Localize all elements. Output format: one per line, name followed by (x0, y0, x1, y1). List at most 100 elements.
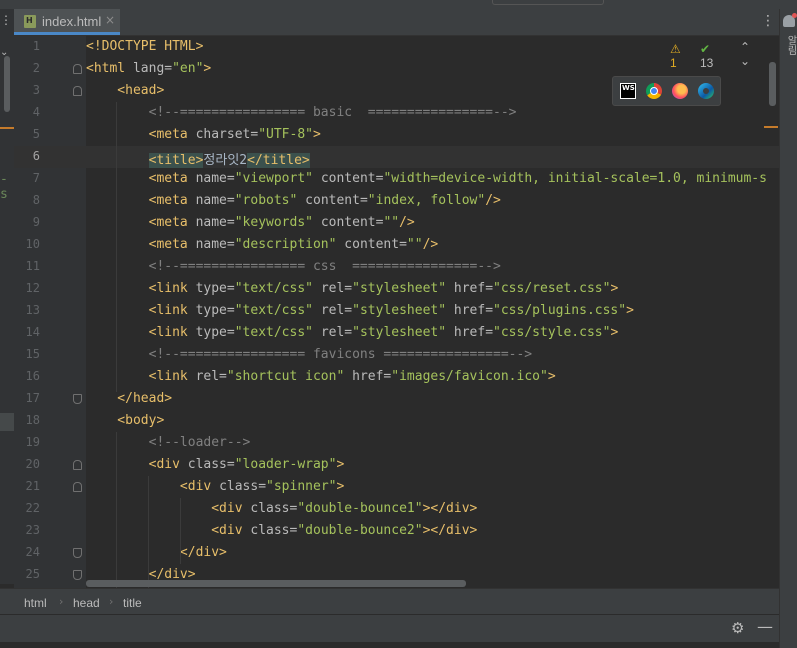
code-line[interactable]: <!--loader--> (86, 432, 779, 454)
gutter-line[interactable]: 4 (14, 102, 86, 124)
tab-index-html[interactable]: index.html × (14, 9, 120, 35)
vertical-scrollbar[interactable] (769, 62, 776, 106)
chevron-down-icon[interactable]: ⌄ (740, 54, 750, 68)
code-line[interactable]: </head> (86, 388, 779, 410)
code-line[interactable]: <link type="text/css" rel="stylesheet" h… (86, 278, 779, 300)
code-text: <!--================ css ===============… (86, 259, 501, 274)
panel-menu-icon[interactable]: ⋮ (0, 13, 12, 27)
code-line[interactable]: <div class="double-bounce2"></div> (86, 520, 779, 542)
edge-icon[interactable] (698, 83, 714, 99)
code-text: <html lang="en"> (86, 61, 211, 76)
code-line[interactable]: <link rel="shortcut icon" href="images/f… (86, 366, 779, 388)
firefox-icon[interactable] (672, 83, 688, 99)
code-line[interactable]: <meta charset="UTF-8"> (86, 124, 779, 146)
code-line[interactable]: <meta name="viewport" content="width=dev… (86, 168, 779, 190)
gutter-line[interactable]: 8 (14, 190, 86, 212)
warning-count[interactable]: ⚠ 1 (670, 42, 681, 70)
webstorm-icon[interactable] (620, 83, 636, 99)
chrome-icon[interactable] (646, 83, 662, 99)
code-token: content= (313, 215, 384, 230)
notifications-icon[interactable] (783, 13, 797, 27)
indent-guide (116, 102, 117, 392)
gutter-line[interactable]: 3 (14, 80, 86, 102)
code-line[interactable]: <div class="spinner"> (86, 476, 779, 498)
code-line[interactable]: </div> (86, 542, 779, 564)
code-token: href= (446, 303, 494, 318)
gutter-line[interactable]: 1 (14, 36, 86, 58)
gutter-line[interactable]: 5 (14, 124, 86, 146)
code-token: "width=device-width, initial-scale=1.0, … (383, 171, 767, 186)
gutter-line[interactable]: 16 (14, 366, 86, 388)
gutter-line[interactable]: 21 (14, 476, 86, 498)
gutter-line[interactable]: 24 (14, 542, 86, 564)
fold-marker-icon[interactable] (73, 64, 82, 74)
search-field-edge[interactable] (492, 0, 604, 5)
inspection-nav[interactable]: ⌃ ⌄ (740, 40, 758, 68)
gutter-line[interactable]: 6 (14, 146, 86, 168)
code-line[interactable]: <meta name="robots" content="index, foll… (86, 190, 779, 212)
code-token: > (626, 303, 634, 318)
fold-marker-icon[interactable] (73, 482, 82, 492)
fold-marker-icon[interactable] (73, 548, 82, 558)
fold-marker-icon[interactable] (73, 86, 82, 96)
fold-marker-icon[interactable] (73, 460, 82, 470)
notifications-label[interactable]: 알림 (783, 35, 797, 55)
gutter-line[interactable]: 25 (14, 564, 86, 586)
code-token: </div> (86, 545, 227, 560)
gutter-line[interactable]: 2 (14, 58, 86, 80)
code-line[interactable]: <meta name="description" content=""/> (86, 234, 779, 256)
code-token: > (610, 281, 619, 296)
code-line[interactable]: <!--================ favicons ==========… (86, 344, 779, 366)
gutter-line[interactable]: 20 (14, 454, 86, 476)
code-token: class= (250, 523, 298, 538)
code-token: lang= (132, 61, 173, 76)
gutter-line[interactable]: 9 (14, 212, 86, 234)
gutter-line[interactable]: 11 (14, 256, 86, 278)
chevron-up-icon[interactable]: ⌃ (740, 40, 750, 54)
code-line[interactable]: <!--================ css ===============… (86, 256, 779, 278)
code-editor[interactable]: </div> </div> <div class="double-bounce2… (86, 36, 779, 588)
bottom-strip (0, 642, 779, 648)
line-number: 19 (25, 435, 40, 449)
gutter-line[interactable]: 23 (14, 520, 86, 542)
code-line[interactable]: <div class="double-bounce1"></div> (86, 498, 779, 520)
horizontal-scrollbar[interactable] (86, 580, 466, 587)
gutter-line[interactable]: 13 (14, 300, 86, 322)
breadcrumb-item[interactable]: title (123, 596, 142, 610)
gutter-line[interactable]: 14 (14, 322, 86, 344)
code-line[interactable]: <title>정라잇2</title> (86, 146, 779, 168)
close-icon[interactable]: × (105, 13, 115, 27)
gutter-line[interactable]: 19 (14, 432, 86, 454)
line-number: 12 (25, 281, 40, 295)
code-text: <meta name="keywords" content=""/> (86, 215, 415, 230)
breadcrumb-item[interactable]: html (24, 596, 47, 610)
gutter-line[interactable]: 7 (14, 168, 86, 190)
code-token: <body> (86, 413, 165, 428)
gutter-line[interactable]: 18 (14, 410, 86, 432)
code-line[interactable]: <link type="text/css" rel="stylesheet" h… (86, 322, 779, 344)
code-line[interactable]: <div class="loader-wrap"> (86, 454, 779, 476)
code-text: <meta name="robots" content="index, foll… (86, 193, 501, 208)
code-token: "css/style.css" (493, 325, 611, 340)
fold-marker-icon[interactable] (73, 570, 82, 580)
code-line[interactable]: <meta name="keywords" content=""/> (86, 212, 779, 234)
gutter-line[interactable]: 12 (14, 278, 86, 300)
minimize-icon[interactable]: — (757, 617, 773, 636)
line-number: 22 (25, 501, 40, 515)
code-token: <meta (86, 127, 196, 142)
left-panel-scrollbar[interactable] (4, 56, 10, 112)
breadcrumb-item[interactable]: head (73, 596, 100, 610)
gutter-line[interactable]: 15 (14, 344, 86, 366)
code-line[interactable]: <link type="text/css" rel="stylesheet" h… (86, 300, 779, 322)
gutter-line[interactable]: 10 (14, 234, 86, 256)
more-tabs-icon[interactable]: ⋮ (761, 13, 775, 29)
code-line[interactable]: <body> (86, 410, 779, 432)
gear-icon[interactable]: ⚙ (731, 619, 744, 637)
gutter-line[interactable]: 22 (14, 498, 86, 520)
fold-marker-icon[interactable] (73, 394, 82, 404)
gutter-line[interactable]: 17 (14, 388, 86, 410)
line-number: 11 (25, 259, 40, 273)
check-count[interactable]: ✔ 13 (700, 42, 713, 70)
code-text: <link type="text/css" rel="stylesheet" h… (86, 281, 619, 296)
line-number: 18 (25, 413, 40, 427)
